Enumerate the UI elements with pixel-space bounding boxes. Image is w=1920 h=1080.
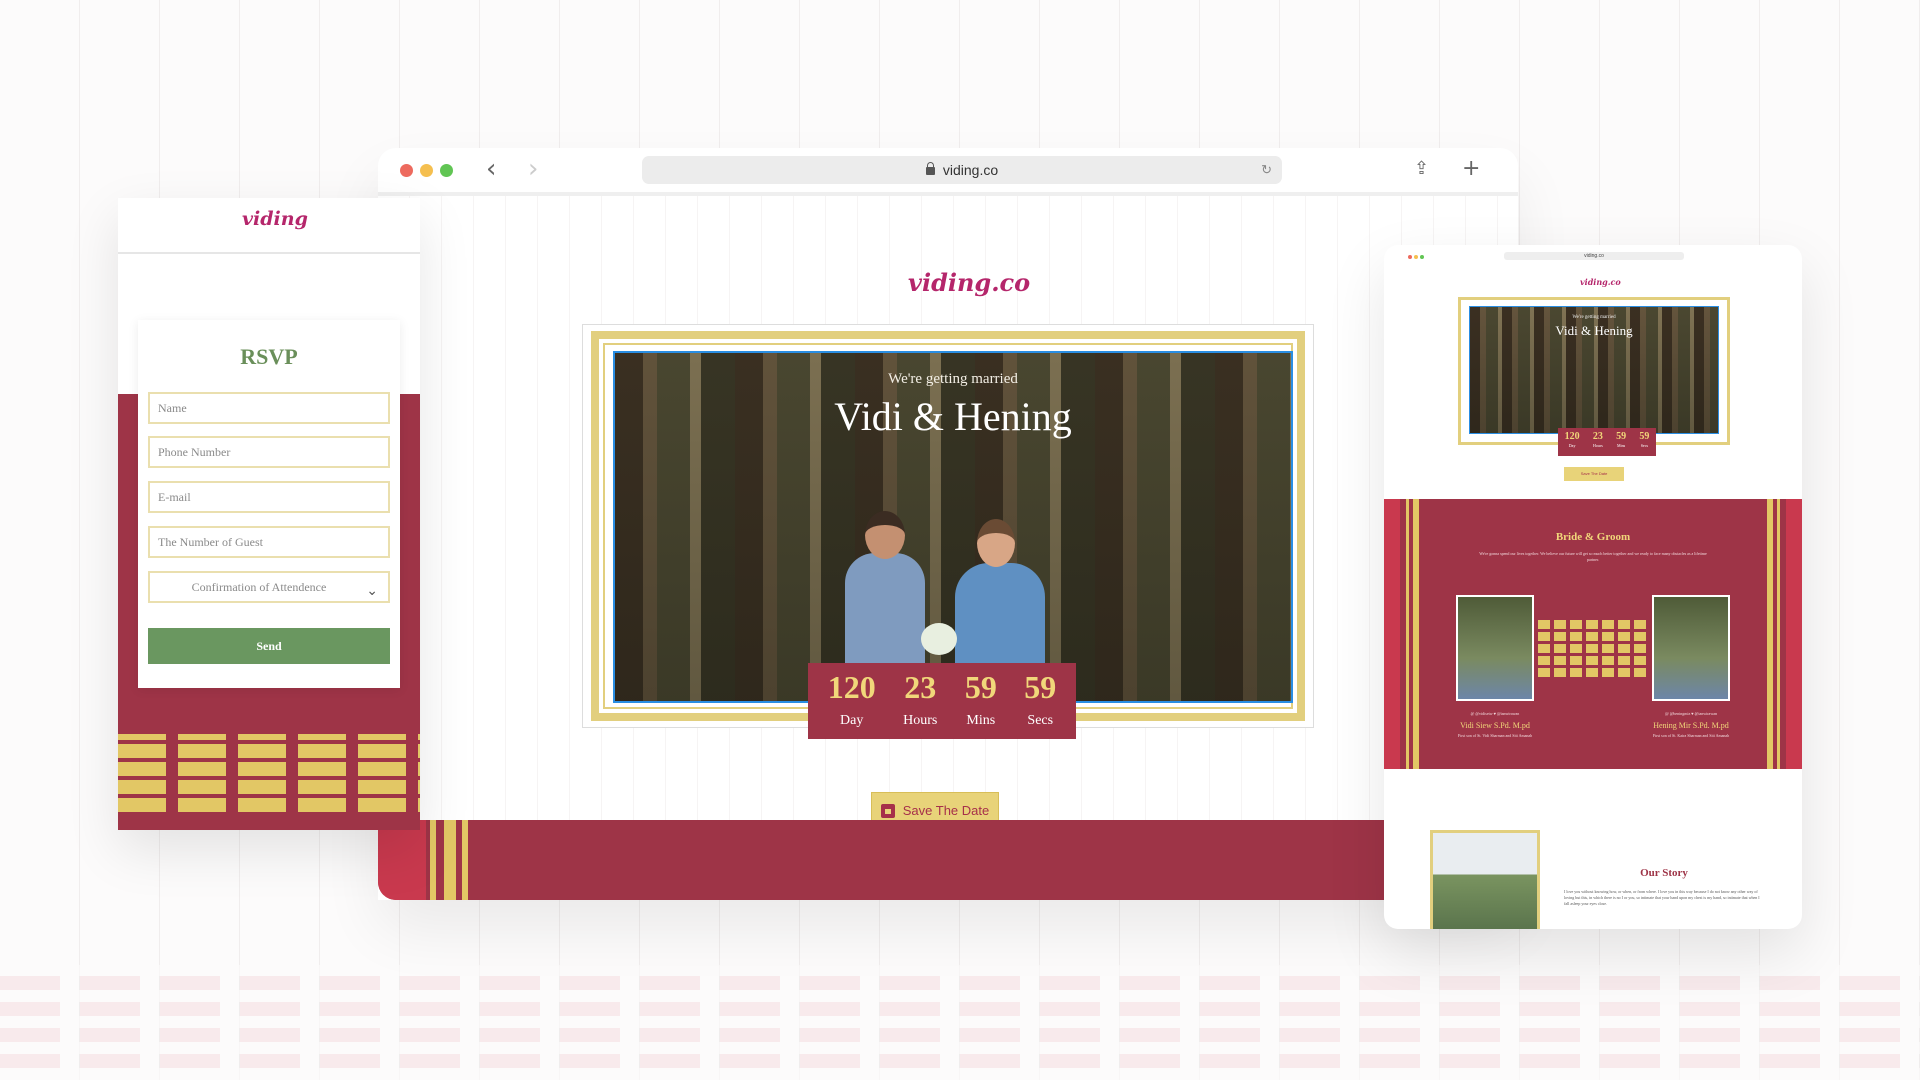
our-story-text: I love you without knowing how, or when,… bbox=[1564, 889, 1760, 906]
couple-photo: We're getting married Vidi & Hening bbox=[613, 351, 1293, 703]
countdown-label: Secs bbox=[1027, 713, 1054, 728]
band-gold-stripe bbox=[430, 820, 436, 900]
close-window-button[interactable] bbox=[1408, 255, 1412, 259]
tablet-countdown-hours: 23 Hours bbox=[1593, 428, 1603, 456]
countdown-timer: 120 Day 23 Hours 59 Mins 59 Secs bbox=[808, 663, 1076, 739]
maroon-band bbox=[378, 820, 1518, 900]
bouquet bbox=[921, 623, 957, 655]
band-gold-stripe bbox=[444, 820, 456, 900]
countdown-secs: 59 Secs bbox=[1024, 663, 1056, 739]
tablet-countdown-mins: 59 Mins bbox=[1616, 428, 1626, 456]
minimize-window-button[interactable] bbox=[420, 164, 433, 177]
countdown-value: 23 bbox=[1592, 431, 1603, 442]
countdown-label: Day bbox=[1568, 443, 1576, 448]
our-story-title: Our Story bbox=[1640, 867, 1688, 879]
attendance-select-value: Confirmation of Attendence bbox=[191, 580, 327, 594]
reload-icon[interactable]: ↻ bbox=[1261, 156, 1272, 184]
tablet-hero-subtitle: We're getting married bbox=[1572, 315, 1616, 320]
tablet-countdown: 120 Day 23 Hours 59 Mins 59 Secs bbox=[1558, 428, 1656, 456]
countdown-days: 120 Day bbox=[828, 663, 876, 739]
mobile-logo[interactable]: viding bbox=[242, 208, 308, 230]
site-logo[interactable]: viding.co bbox=[908, 268, 1030, 297]
bride-name: Hening Mir S.Pd. M.pd bbox=[1653, 721, 1729, 730]
background-motif-bottom bbox=[0, 965, 1920, 1080]
share-icon[interactable]: ⇪ bbox=[1414, 157, 1429, 181]
tablet-countdown-days: 120 Day bbox=[1565, 428, 1580, 456]
countdown-value: 59 bbox=[1024, 669, 1057, 705]
mobile-preview: viding RSVP Name Phone Number E-mail The… bbox=[118, 198, 420, 830]
browser-toolbar: ‹ › viding.co ↻ ⇪ + bbox=[378, 148, 1518, 192]
countdown-value: 120 bbox=[827, 669, 876, 705]
tablet-countdown-secs: 59 Secs bbox=[1639, 428, 1649, 456]
mobile-pattern bbox=[118, 734, 420, 812]
countdown-hours: 23 Hours bbox=[903, 663, 937, 739]
bride-photo bbox=[1652, 595, 1730, 701]
tablet-hero-frame: We're getting married Vidi & Hening 120 D… bbox=[1458, 297, 1730, 456]
chevron-down-icon: ⌄ bbox=[366, 583, 378, 599]
countdown-label: Secs bbox=[1640, 443, 1649, 448]
countdown-mins: 59 Mins bbox=[965, 663, 997, 739]
tablet-preview: viding.co viding.co We're getting marrie… bbox=[1384, 245, 1802, 929]
lock-icon bbox=[925, 162, 935, 175]
countdown-value: 59 bbox=[1639, 431, 1650, 442]
countdown-label: Mins bbox=[966, 713, 996, 728]
rsvp-title: RSVP bbox=[240, 344, 298, 369]
forward-arrow-icon[interactable]: › bbox=[528, 156, 538, 182]
send-button[interactable]: Send bbox=[148, 628, 390, 664]
countdown-label: Day bbox=[840, 713, 864, 728]
page-content: viding.co We're getting married Vidi & H… bbox=[378, 192, 1518, 900]
tablet-couple-photo: We're getting married Vidi & Hening bbox=[1469, 306, 1719, 434]
countdown-value: 59 bbox=[964, 669, 997, 705]
bride-groom-text: We're gonna spend our lives together. We… bbox=[1479, 551, 1707, 562]
hero-subtitle: We're getting married bbox=[888, 371, 1018, 387]
tablet-hero-title: Vidi & Hening bbox=[1555, 323, 1633, 338]
maximize-window-button[interactable] bbox=[440, 164, 453, 177]
hero-title: Vidi & Hening bbox=[834, 394, 1072, 439]
groom-handle[interactable]: @ @vidisetw ♥ @ianwirawan bbox=[1440, 711, 1550, 716]
groom-photo bbox=[1456, 595, 1534, 701]
email-input[interactable]: E-mail bbox=[148, 481, 390, 513]
tablet-logo[interactable]: viding.co bbox=[1580, 277, 1621, 287]
rsvp-form: RSVP Name Phone Number E-mail The Number… bbox=[138, 320, 400, 688]
phone-input[interactable]: Phone Number bbox=[148, 436, 390, 468]
bride-handle[interactable]: @ @heningmiz ♥ @ianwirawan bbox=[1636, 711, 1746, 716]
bride-desc: First son of St. Kaira Sharman and Siti … bbox=[1652, 733, 1730, 738]
groom-desc: First son of St. Vidi Sharman and Siti A… bbox=[1457, 733, 1533, 738]
save-the-date-label: Save The Date bbox=[902, 803, 990, 818]
countdown-label: Hours bbox=[1592, 443, 1603, 448]
ornament-pattern bbox=[1538, 619, 1650, 677]
groom-name: Vidi Siew S.Pd. M.pd bbox=[1460, 721, 1530, 730]
calendar-icon bbox=[880, 803, 895, 818]
tablet-address-bar[interactable]: viding.co bbox=[1504, 252, 1684, 260]
bride-groom-title: Bride & Groom bbox=[1555, 531, 1631, 543]
close-window-button[interactable] bbox=[400, 164, 413, 177]
attendance-select[interactable]: Confirmation of Attendence ⌄ bbox=[148, 571, 390, 603]
band-accent bbox=[378, 820, 426, 900]
countdown-label: Hours bbox=[903, 713, 938, 728]
url-text: viding.co bbox=[942, 162, 999, 178]
new-tab-icon[interactable]: + bbox=[1462, 157, 1480, 181]
countdown-value: 23 bbox=[904, 669, 937, 705]
story-photo bbox=[1430, 830, 1540, 929]
tablet-save-button[interactable]: Save The Date bbox=[1564, 467, 1624, 481]
minimize-window-button[interactable] bbox=[1414, 255, 1418, 259]
bride-groom-section: Bride & Groom We're gonna spend our live… bbox=[1384, 499, 1802, 769]
guest-count-input[interactable]: The Number of Guest bbox=[148, 526, 390, 558]
countdown-value: 59 bbox=[1616, 431, 1627, 442]
countdown-label: Mins bbox=[1617, 443, 1626, 448]
address-bar[interactable]: viding.co ↻ bbox=[642, 156, 1282, 184]
countdown-value: 120 bbox=[1564, 431, 1580, 442]
back-arrow-icon[interactable]: ‹ bbox=[486, 156, 496, 182]
band-gold-stripe bbox=[462, 820, 468, 900]
bride-head bbox=[977, 519, 1015, 567]
desktop-browser-window: ‹ › viding.co ↻ ⇪ + viding.co We're gett… bbox=[378, 148, 1518, 900]
name-input[interactable]: Name bbox=[148, 392, 390, 424]
groom-head bbox=[865, 511, 905, 559]
maximize-window-button[interactable] bbox=[1420, 255, 1424, 259]
tablet-toolbar: viding.co bbox=[1384, 245, 1802, 265]
divider bbox=[118, 252, 420, 254]
